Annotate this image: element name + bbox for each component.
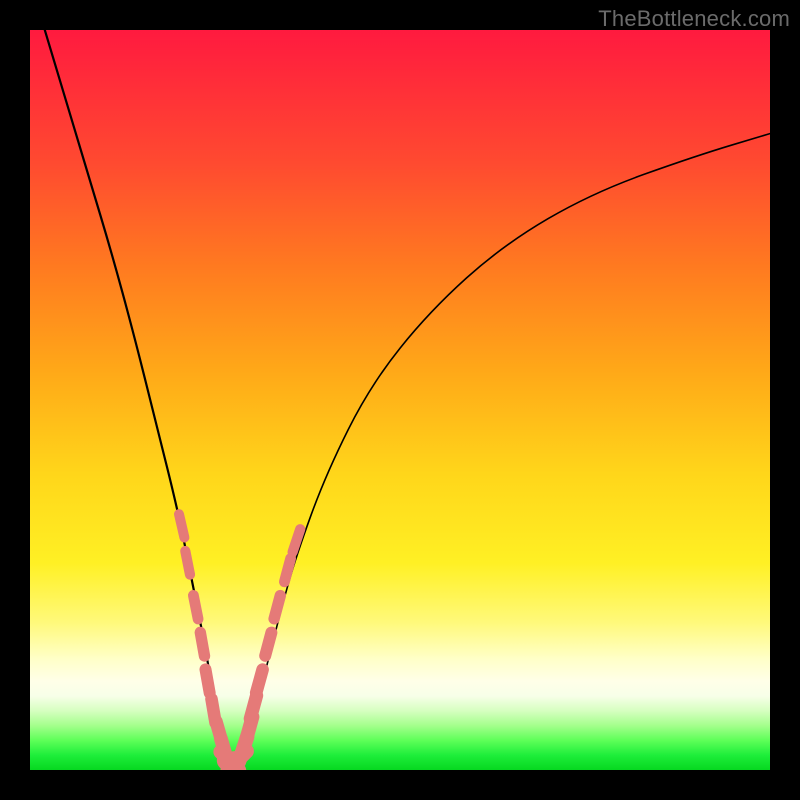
bead — [185, 551, 190, 575]
bead — [193, 595, 198, 619]
bead — [179, 514, 184, 537]
bead-cluster — [179, 514, 300, 770]
plot-area — [30, 30, 770, 770]
bead — [274, 596, 280, 619]
bead — [293, 529, 301, 552]
bead — [256, 670, 262, 693]
chart-frame: TheBottleneck.com — [0, 0, 800, 800]
bead — [200, 632, 204, 656]
bottleneck-curve — [45, 30, 770, 763]
bead — [265, 633, 271, 656]
watermark-text: TheBottleneck.com — [598, 6, 790, 32]
chart-svg — [30, 30, 770, 770]
bead — [284, 559, 290, 582]
bead — [206, 669, 210, 693]
curve-right — [230, 134, 770, 763]
